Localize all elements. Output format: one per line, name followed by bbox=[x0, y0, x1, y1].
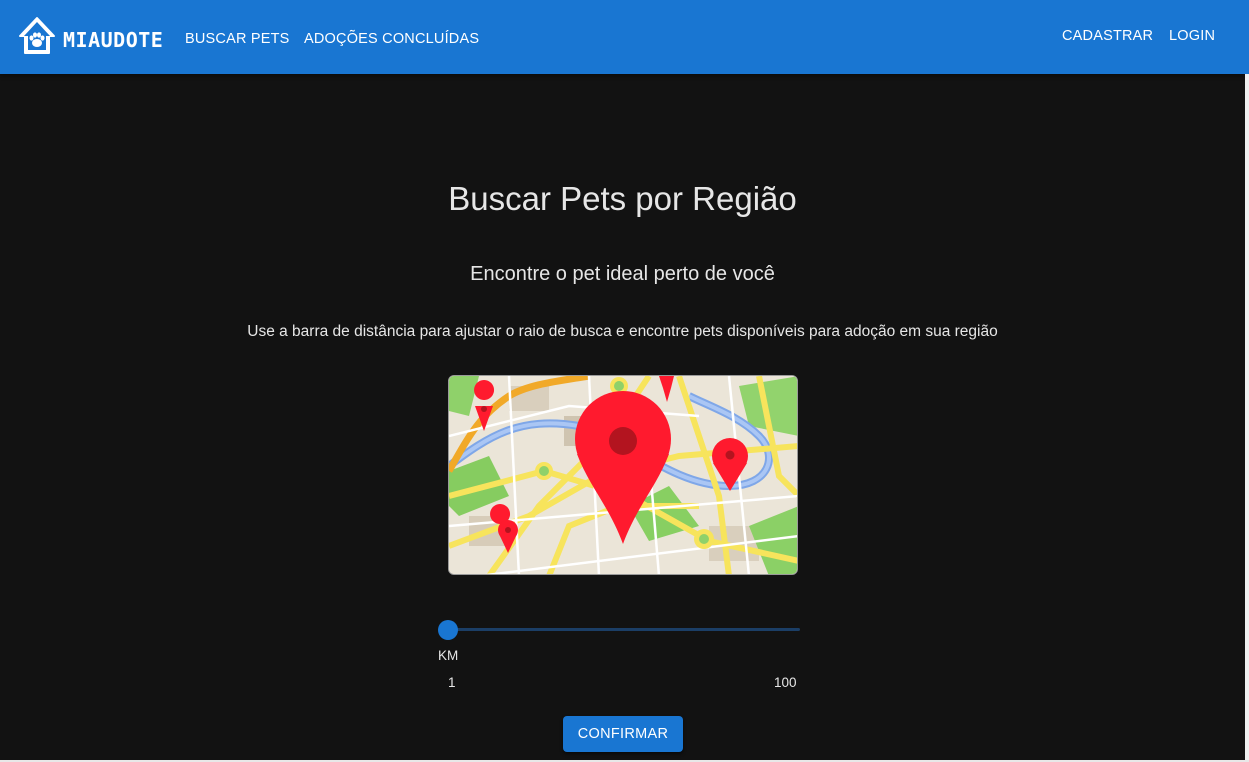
login-button[interactable]: LOGIN bbox=[1169, 28, 1215, 44]
page-description: Use a barra de distância para ajustar o … bbox=[247, 323, 998, 340]
house-paw-icon[interactable] bbox=[18, 16, 56, 56]
register-button[interactable]: CADASTRAR bbox=[1062, 28, 1153, 44]
distance-slider[interactable] bbox=[438, 616, 802, 644]
page-subtitle: Encontre o pet ideal perto de você bbox=[470, 263, 775, 285]
nav-adocoes-concluidas[interactable]: ADOÇÕES CONCLUÍDAS bbox=[304, 31, 479, 47]
brand-name[interactable]: MIAUDOTE bbox=[63, 28, 163, 52]
map-pins-illustration bbox=[449, 376, 797, 574]
page-title: Buscar Pets por Região bbox=[448, 180, 797, 217]
map-illustration bbox=[448, 375, 798, 575]
slider-max-label: 100 bbox=[774, 675, 797, 690]
confirm-button[interactable]: CONFIRMAR bbox=[563, 716, 683, 752]
slider-min-label: 1 bbox=[448, 675, 456, 690]
slider-track[interactable] bbox=[448, 628, 800, 631]
top-app-bar: MIAUDOTE BUSCAR PETS ADOÇÕES CONCLUÍDAS … bbox=[0, 0, 1249, 74]
window-edge bbox=[1245, 74, 1249, 762]
slider-thumb[interactable] bbox=[438, 620, 458, 640]
slider-unit-label: KM bbox=[438, 648, 459, 663]
nav-buscar-pets[interactable]: BUSCAR PETS bbox=[185, 31, 290, 47]
